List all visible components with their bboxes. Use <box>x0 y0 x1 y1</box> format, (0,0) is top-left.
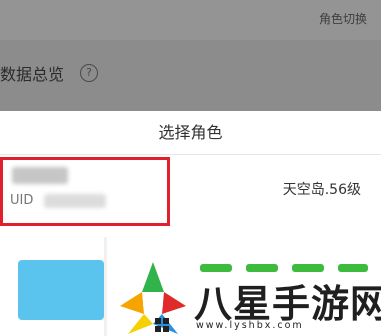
watermark-url: www.lyshbx.com <box>196 320 304 331</box>
role-switch-button[interactable]: 角色切换 <box>319 10 367 27</box>
help-icon[interactable]: ? <box>80 64 98 82</box>
role-server-level: 天空岛.56级 <box>282 182 361 198</box>
highlight-box <box>0 157 170 226</box>
divider <box>104 237 107 336</box>
sheet-title: 选择角色 <box>158 123 223 142</box>
watermark-logo-icon <box>120 262 186 334</box>
game-card[interactable] <box>18 260 104 320</box>
background-page: 角色切换 数据总览 ? <box>0 0 381 111</box>
data-overview-title: 数据总览 <box>0 65 65 84</box>
windows-icon <box>155 318 169 332</box>
